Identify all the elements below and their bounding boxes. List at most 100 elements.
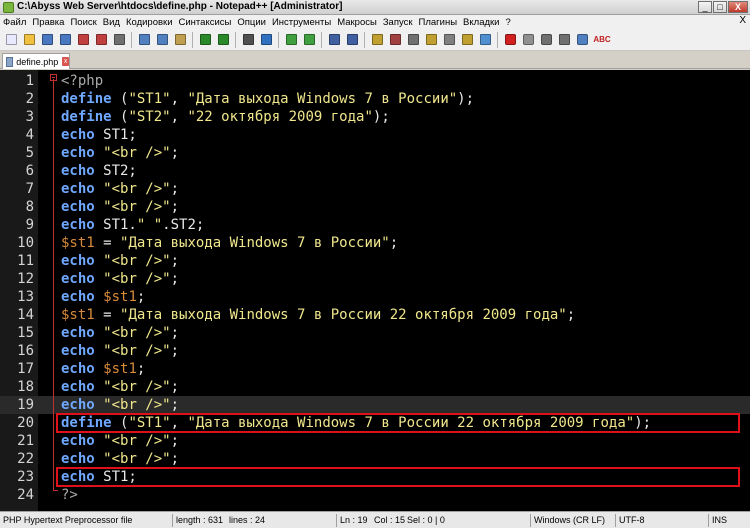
menu-item-4[interactable]: Кодировки — [123, 17, 176, 28]
close-all-icon[interactable] — [93, 32, 109, 48]
spellcheck-icon[interactable]: ABC — [592, 32, 612, 48]
status-length: length : 631 — [172, 514, 223, 527]
redo-icon[interactable] — [215, 32, 231, 48]
new-file-icon[interactable] — [3, 32, 19, 48]
menu-item-10[interactable]: Плагины — [416, 17, 461, 28]
code-line[interactable]: 16 echo "<br />"; — [0, 342, 750, 360]
close-icon[interactable] — [75, 32, 91, 48]
code-line[interactable]: 15 echo "<br />"; — [0, 324, 750, 342]
doc-map-icon[interactable] — [423, 32, 439, 48]
code-text: echo "<br />"; — [61, 450, 179, 468]
tab-close-icon[interactable]: x — [62, 57, 69, 66]
cut-icon[interactable] — [136, 32, 152, 48]
code-line[interactable]: 19 echo "<br />"; — [0, 396, 750, 414]
code-token: ; — [170, 451, 180, 467]
close-document-button[interactable]: X — [739, 15, 746, 26]
status-eol[interactable]: Windows (CR LF) — [530, 514, 605, 527]
line-number: 3 — [25, 109, 34, 125]
maximize-button[interactable]: □ — [713, 1, 727, 13]
show-all-icon[interactable] — [387, 32, 403, 48]
copy-icon[interactable] — [154, 32, 170, 48]
code-line[interactable]: 14 $st1 = "Дата выхода Windows 7 в России… — [0, 306, 750, 324]
code-line[interactable]: 4 echo ST1; — [0, 126, 750, 144]
stop-macro-icon[interactable] — [520, 32, 536, 48]
function-list-icon[interactable] — [441, 32, 457, 48]
menu-item-1[interactable]: Правка — [29, 17, 67, 28]
code-token: "<br />" — [103, 397, 171, 413]
status-insert-mode[interactable]: INS — [708, 514, 727, 527]
line-number: 23 — [17, 469, 34, 485]
status-encoding[interactable]: UTF-8 — [615, 514, 645, 527]
code-line[interactable]: 9 echo ST1." ".ST2; — [0, 216, 750, 234]
code-line[interactable]: 12 echo "<br />"; — [0, 270, 750, 288]
code-token: ; — [170, 181, 180, 197]
menu-item-0[interactable]: Файл — [0, 17, 29, 28]
code-line[interactable]: 7 echo "<br />"; — [0, 180, 750, 198]
code-line[interactable]: 5 echo "<br />"; — [0, 144, 750, 162]
monitor-icon[interactable] — [477, 32, 493, 48]
code-line[interactable]: 21 echo "<br />"; — [0, 432, 750, 450]
menu-item-5[interactable]: Синтаксисы — [176, 17, 235, 28]
menu-item-3[interactable]: Вид — [100, 17, 123, 28]
code-line[interactable]: 22 echo "<br />"; — [0, 450, 750, 468]
code-text: <?php — [61, 72, 103, 90]
open-file-icon[interactable] — [21, 32, 37, 48]
menu-item-9[interactable]: Запуск — [380, 17, 416, 28]
code-line[interactable]: 2 define ("ST1", "Дата выхода Windows 7 в… — [0, 90, 750, 108]
code-line[interactable]: 3 define ("ST2", "22 октября 2009 года"); — [0, 108, 750, 126]
play-macro-icon[interactable] — [538, 32, 554, 48]
highlight-box — [56, 413, 740, 433]
menu-item-7[interactable]: Инструменты — [269, 17, 334, 28]
sync-h-icon[interactable] — [344, 32, 360, 48]
code-editor[interactable]: 1 <?php 2 define ("ST1", "Дата выхода Windo… — [0, 70, 750, 511]
code-line[interactable]: 18 echo "<br />"; — [0, 378, 750, 396]
code-text: echo "<br />"; — [61, 324, 179, 342]
line-number: 12 — [17, 271, 34, 287]
indent-guide-icon[interactable] — [405, 32, 421, 48]
code-line[interactable]: 1 <?php — [0, 72, 750, 90]
save-macro-icon[interactable] — [574, 32, 590, 48]
menu-item-6[interactable]: Опции — [234, 17, 269, 28]
close-window-button[interactable]: X — [728, 1, 748, 13]
code-token: "<br />" — [103, 199, 171, 215]
record-macro-icon[interactable] — [502, 32, 518, 48]
play-multi-icon[interactable] — [556, 32, 572, 48]
replace-icon[interactable] — [258, 32, 274, 48]
menu-item-11[interactable]: Вкладки — [460, 17, 502, 28]
word-wrap-icon[interactable] — [369, 32, 385, 48]
code-line[interactable]: 11 echo "<br />"; — [0, 252, 750, 270]
code-token: echo — [61, 145, 95, 161]
sync-v-icon[interactable] — [326, 32, 342, 48]
find-icon[interactable] — [240, 32, 256, 48]
code-token: "<br />" — [103, 325, 171, 341]
code-line[interactable]: 10 $st1 = "Дата выхода Windows 7 в России… — [0, 234, 750, 252]
code-line[interactable]: 13 echo $st1; — [0, 288, 750, 306]
undo-icon[interactable] — [197, 32, 213, 48]
folder-icon[interactable] — [459, 32, 475, 48]
code-text: echo "<br />"; — [61, 342, 179, 360]
code-text: echo "<br />"; — [61, 198, 179, 216]
tab-define-php[interactable]: define.php x — [2, 53, 70, 69]
menu-item-12[interactable]: ? — [502, 17, 513, 28]
zoom-in-icon[interactable] — [283, 32, 299, 48]
line-number: 19 — [17, 397, 34, 413]
save-all-icon[interactable] — [57, 32, 73, 48]
line-number: 13 — [17, 289, 34, 305]
code-text: echo "<br />"; — [61, 270, 179, 288]
code-line[interactable]: 8 echo "<br />"; — [0, 198, 750, 216]
menu-item-2[interactable]: Поиск — [67, 17, 99, 28]
print-icon[interactable] — [111, 32, 127, 48]
menu-item-8[interactable]: Макросы — [334, 17, 380, 28]
minimize-button[interactable]: _ — [698, 1, 712, 13]
code-line[interactable]: 17 echo $st1; — [0, 360, 750, 378]
code-line[interactable]: 24 ?> — [0, 486, 750, 504]
line-number: 8 — [25, 199, 34, 215]
zoom-out-icon[interactable] — [301, 32, 317, 48]
code-line[interactable]: 6 echo ST2; — [0, 162, 750, 180]
paste-icon[interactable] — [172, 32, 188, 48]
save-icon[interactable] — [39, 32, 55, 48]
code-token: "Дата выхода Windows 7 в России" — [187, 91, 458, 107]
